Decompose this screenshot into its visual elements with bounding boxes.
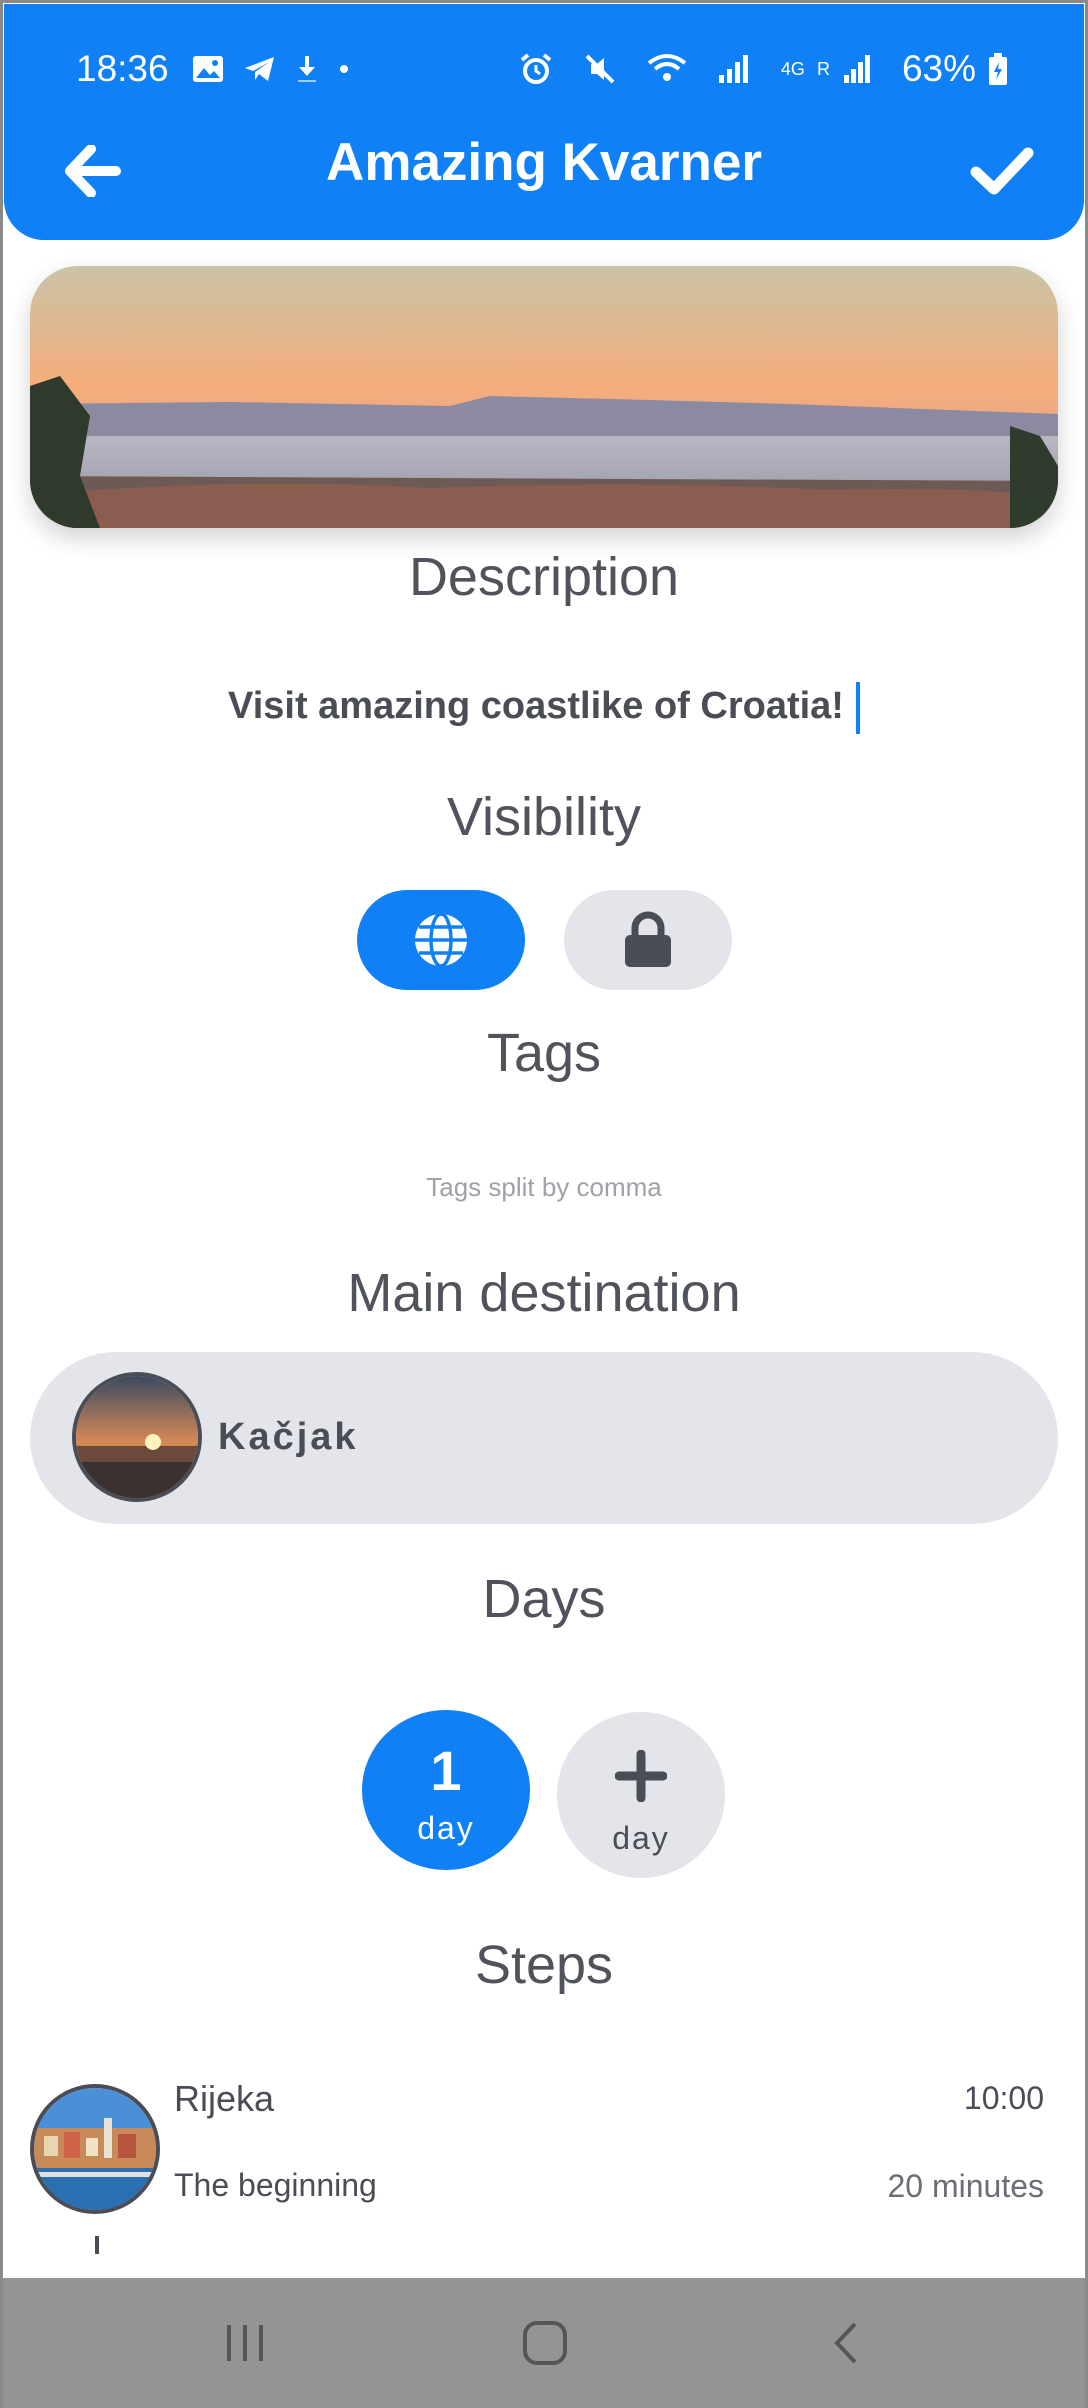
system-nav-bar [0,2278,1088,2408]
steps-title: Steps [474,1935,614,1995]
chevron-left-icon [834,2322,857,2364]
confirm-button[interactable] [964,136,1040,206]
recent-apps-icon [227,2325,263,2361]
status-bar: 18:36 4G R 63% [76,44,1026,94]
dot-icon [337,62,351,76]
description-input[interactable]: Visit amazing coastlike of Croatia! [0,682,1088,734]
step-name: Rijeka [174,2078,275,2119]
tags-input[interactable]: Tags split by comma [0,1172,1088,1203]
home-icon [523,2321,567,2365]
recent-apps-button[interactable] [200,2308,290,2378]
step-connector [95,2236,99,2254]
step-description: The beginning [174,2167,377,2203]
gallery-icon [191,54,225,84]
days-title: Days [482,1569,606,1629]
add-day-label: day [612,1820,670,1856]
day-1-button[interactable]: 1 day [362,1710,530,1870]
signal-icon [717,53,751,85]
cover-image[interactable] [30,266,1058,528]
battery-percent: 63% [901,48,976,89]
home-button[interactable] [500,2308,590,2378]
main-destination-title: Main destination [347,1263,741,1323]
text-caret [855,682,860,734]
mute-icon [583,52,617,86]
step-duration: 20 minutes [887,2168,1044,2204]
alarm-icon [519,52,553,86]
download-icon [295,53,319,85]
visibility-private-button[interactable] [564,890,732,990]
visibility-public-button[interactable] [357,890,525,990]
battery-icon [988,52,1008,86]
description-text: Visit amazing coastlike of Croatia! [228,685,844,728]
signal-icon-2 [842,53,872,85]
tags-title: Tags [486,1023,602,1083]
day-label: day [417,1810,475,1846]
main-destination-selector[interactable]: Kačjak [30,1352,1058,1524]
description-title: Description [408,547,680,607]
wifi-icon [647,53,687,85]
status-time: 18:36 [76,48,169,89]
telegram-icon [243,54,277,84]
add-day-button[interactable]: day [557,1712,725,1878]
step-time: 10:00 [963,2080,1044,2116]
day-number: 1 [430,1739,462,1802]
destination-name: Kačjak [218,1416,359,1458]
checkmark-icon [970,147,1034,195]
globe-icon [415,912,467,968]
back-nav-button[interactable] [800,2308,890,2378]
roaming-indicator: R [816,59,830,79]
destination-avatar [72,1372,202,1502]
plus-icon [615,1750,667,1802]
lock-icon [625,911,671,967]
step-avatar [30,2084,160,2214]
network-type: 4G [780,59,805,79]
app-header: 18:36 4G R 63% Amazing Kvarner [4,4,1084,240]
page-title: Amazing Kvarner [326,133,762,192]
visibility-title: Visibility [446,787,642,847]
